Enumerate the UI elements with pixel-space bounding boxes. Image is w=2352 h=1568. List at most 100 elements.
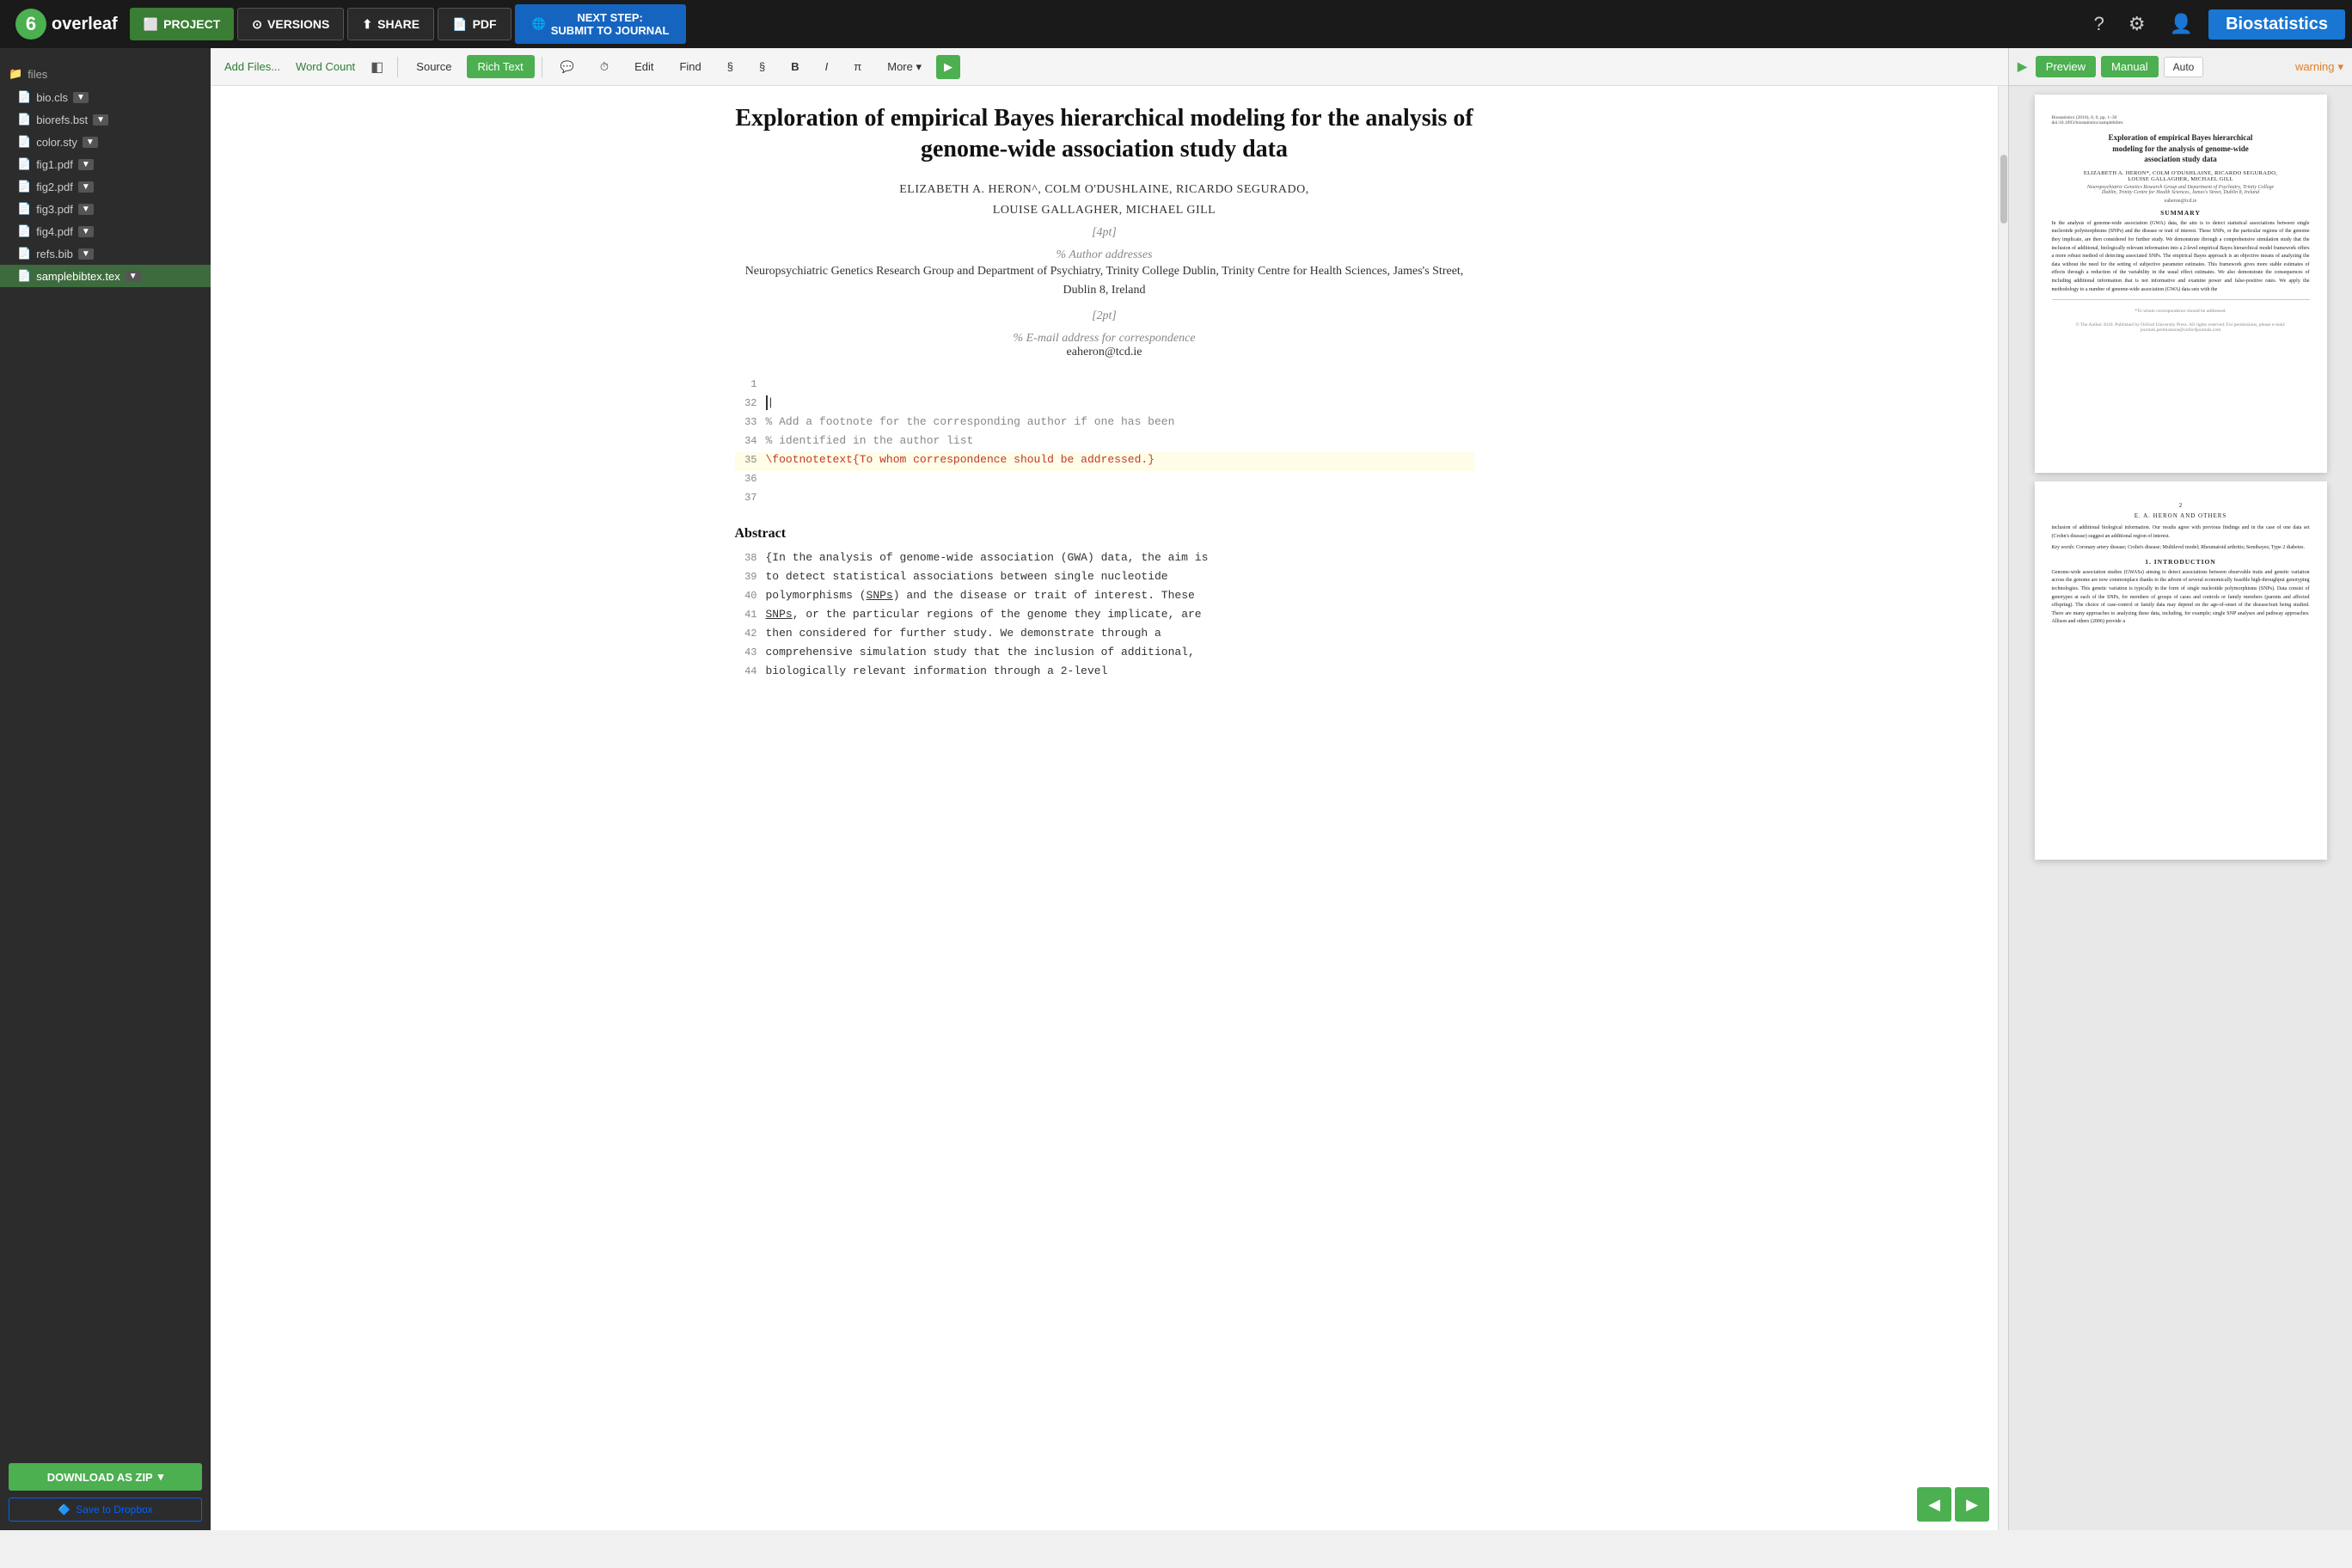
sidebar-item-samplebibtex-tex[interactable]: 📄 samplebibtex.tex ▼	[0, 265, 211, 287]
sidebar-item-bio-cls[interactable]: 📄 bio.cls ▼	[0, 86, 211, 108]
line-num-34: 34	[735, 433, 766, 447]
share-button[interactable]: ⬆ SHARE	[347, 8, 434, 40]
warning-dropdown-icon[interactable]: ▾	[2337, 60, 2343, 74]
fig3-pdf-dropdown[interactable]: ▼	[78, 204, 94, 215]
word-count-button[interactable]: Word Count	[289, 56, 362, 77]
file-name: fig3.pdf	[36, 203, 73, 216]
files-label: files	[28, 68, 47, 81]
preview-page-author: E. A. HERON AND OTHERS	[2052, 512, 2310, 519]
user-button[interactable]: 👤	[2161, 9, 2202, 39]
sidebar-item-biorefs-bst[interactable]: 📄 biorefs.bst ▼	[0, 108, 211, 131]
manual-button[interactable]: Manual	[2101, 56, 2159, 77]
sidebar-item-fig2-pdf[interactable]: 📄 fig2.pdf ▼	[0, 175, 211, 198]
preview-authors: ELIZABETH A. HERON*, COLM O'DUSHLAINE, R…	[2052, 170, 2310, 182]
line-num-44: 44	[735, 664, 766, 677]
editor-scrollbar-thumb[interactable]	[2000, 155, 2007, 224]
rich-text-content: Exploration of empirical Bayes hierarchi…	[735, 103, 1474, 683]
preview-intro-text: Genome-wide association studies (GWASs) …	[2052, 569, 2310, 627]
file-icon: 📄	[17, 202, 31, 216]
editor-area: Exploration of empirical Bayes hierarchi…	[211, 86, 1998, 1530]
rich-text-button[interactable]: Rich Text	[467, 55, 535, 78]
preview-scroll[interactable]: Biostatistics (2010), 0, 0, pp. 1–30 doi…	[2009, 86, 2352, 1530]
main-layout: 📁 files 📄 bio.cls ▼ 📄 biorefs.bst ▼ 📄 co…	[0, 48, 2352, 1530]
preview-summary-text: In the analysis of genome-wide associati…	[2052, 220, 2310, 294]
line-num-38: 38	[735, 550, 766, 564]
spacer1: [4pt]	[735, 226, 1474, 240]
document-title: Exploration of empirical Bayes hierarchi…	[735, 103, 1474, 166]
abstract-line-42: 42 then considered for further study. We…	[735, 626, 1474, 645]
line-content-32[interactable]: |	[766, 395, 1474, 410]
source-button[interactable]: Source	[405, 55, 462, 78]
sidebar-item-fig1-pdf[interactable]: 📄 fig1.pdf ▼	[0, 153, 211, 175]
file-name: biorefs.bst	[36, 113, 88, 126]
more-button[interactable]: More ▾	[876, 55, 933, 79]
editor-scrollbar[interactable]	[1998, 86, 2008, 1530]
math-button[interactable]: π	[842, 55, 873, 78]
download-zip-button[interactable]: DOWNLOAD AS ZIP ▾	[9, 1463, 202, 1491]
preview-toolbar: ▶ Preview Manual Auto warning ▾	[2009, 48, 2352, 86]
line-num-39: 39	[735, 569, 766, 583]
add-files-button[interactable]: Add Files...	[217, 56, 287, 77]
samplebibtex-dropdown[interactable]: ▼	[126, 271, 141, 282]
arrow-right-button[interactable]: ▶	[936, 55, 960, 79]
auto-button[interactable]: Auto	[2164, 57, 2204, 77]
fig1-pdf-dropdown[interactable]: ▼	[78, 159, 94, 170]
settings-button[interactable]: ⚙	[2120, 9, 2154, 39]
preview-label-button[interactable]: Preview	[2036, 56, 2096, 77]
sidebar-item-refs-bib[interactable]: 📄 refs.bib ▼	[0, 242, 211, 265]
document-affiliation: Neuropsychiatric Genetics Research Group…	[735, 262, 1474, 301]
save-dropbox-button[interactable]: 🔷 Save to Dropbox	[9, 1498, 202, 1522]
abstract-title: Abstract	[735, 526, 1474, 542]
pdf-label: PDF	[473, 17, 497, 31]
line-num-1: 1	[735, 377, 766, 390]
preview-page-num: 2	[2052, 502, 2310, 509]
help-button[interactable]: ?	[2086, 9, 2113, 39]
preview-panel: ▶ Preview Manual Auto warning ▾ Biostati…	[2008, 48, 2352, 1530]
editor-scroll[interactable]: Exploration of empirical Bayes hierarchi…	[211, 86, 1998, 1530]
bold-button[interactable]: B	[780, 55, 810, 78]
edit-button[interactable]: Edit	[623, 55, 665, 78]
versions-button[interactable]: ⊙ VERSIONS	[237, 8, 344, 40]
fig4-pdf-dropdown[interactable]: ▼	[78, 226, 94, 237]
biorefs-bst-dropdown[interactable]: ▼	[93, 114, 108, 126]
preview-doc-title: Exploration of empirical Bayes hierarchi…	[2052, 132, 2310, 165]
abstract-line-39: 39 to detect statistical associations be…	[735, 569, 1474, 588]
more-dropdown-icon: ▾	[916, 60, 922, 73]
preview-email: eaheron@tcd.ie	[2052, 199, 2310, 204]
abstract-line-41: 41 SNPs, or the particular regions of th…	[735, 607, 1474, 626]
preview-affiliation: Neuropsychiatric Genetics Research Group…	[2052, 185, 2310, 195]
section-button[interactable]: §	[716, 55, 744, 78]
document-email: eaheron@tcd.ie	[735, 346, 1474, 359]
line-num-37: 37	[735, 490, 766, 504]
section2-button[interactable]: §	[748, 55, 776, 78]
history-button[interactable]: ⏱	[589, 55, 620, 79]
fig2-pdf-dropdown[interactable]: ▼	[78, 181, 94, 193]
line-content-35: \footnotetext{To whom correspondence sho…	[766, 452, 1474, 467]
line-content-1	[766, 377, 1474, 378]
pdf-icon: 📄	[452, 17, 467, 32]
find-button[interactable]: Find	[668, 55, 712, 78]
line-row-33: 33 % Add a footnote for the correspondin…	[735, 414, 1474, 433]
sidebar-item-color-sty[interactable]: 📄 color.sty ▼	[0, 131, 211, 153]
line-num-32: 32	[735, 395, 766, 409]
file-name: refs.bib	[36, 248, 73, 260]
next-page-button[interactable]: ▶	[1955, 1487, 1989, 1522]
file-list: 📄 bio.cls ▼ 📄 biorefs.bst ▼ 📄 color.sty …	[0, 86, 211, 294]
italic-button[interactable]: I	[814, 55, 840, 78]
bio-cls-dropdown[interactable]: ▼	[73, 92, 89, 103]
comment-button[interactable]: 💬	[549, 55, 585, 79]
sidebar-item-fig4-pdf[interactable]: 📄 fig4.pdf ▼	[0, 220, 211, 242]
project-button[interactable]: ⬜ PROJECT	[130, 8, 235, 40]
layout-button[interactable]: ◧	[364, 54, 390, 80]
project-label: PROJECT	[163, 17, 220, 31]
next-step-button[interactable]: 🌐 NEXT STEP: SUBMIT TO JOURNAL	[515, 4, 687, 44]
refs-bib-dropdown[interactable]: ▼	[78, 248, 94, 260]
sidebar: 📁 files 📄 bio.cls ▼ 📄 biorefs.bst ▼ 📄 co…	[0, 48, 211, 1530]
preview-divider	[2052, 299, 2310, 300]
sidebar-item-fig3-pdf[interactable]: 📄 fig3.pdf ▼	[0, 198, 211, 220]
pdf-button[interactable]: 📄 PDF	[438, 8, 511, 40]
download-dropdown-icon: ▾	[158, 1470, 164, 1484]
overleaf-logo: 6 overleaf	[7, 9, 126, 40]
color-sty-dropdown[interactable]: ▼	[83, 137, 98, 148]
prev-page-button[interactable]: ◀	[1917, 1487, 1951, 1522]
